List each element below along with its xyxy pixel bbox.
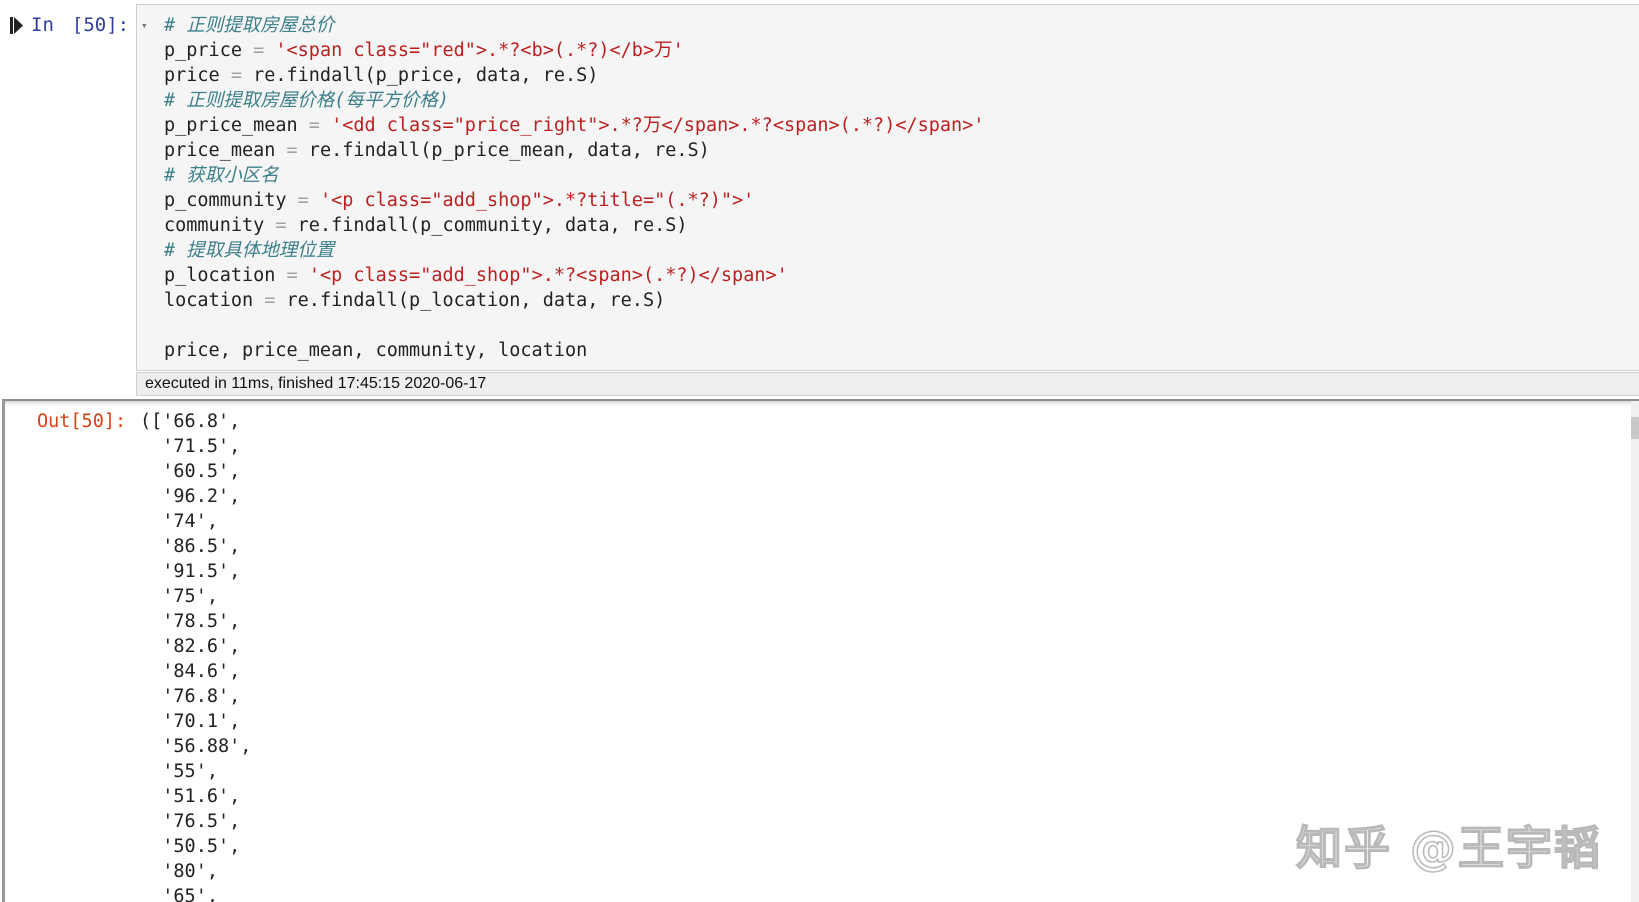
code-line: community = re.findall(p_community, data… (164, 213, 984, 238)
output-line: '86.5', (140, 536, 241, 557)
code-token: location (164, 290, 265, 311)
code-token: community (164, 215, 276, 236)
code-line: price_mean = re.findall(p_price_mean, da… (164, 138, 984, 163)
output-prompt: Out[50]: (37, 411, 127, 432)
output-line: '50.5', (140, 836, 241, 857)
code-line: # 提取具体地理位置 (164, 238, 984, 263)
execution-status: executed in 11ms, finished 17:45:15 2020… (136, 372, 1639, 396)
code-token: = (230, 65, 242, 86)
scrollbar-thumb[interactable] (1631, 417, 1639, 439)
code-token: re.findall(p_price_mean, data, re.S) (297, 140, 710, 161)
input-prompt: In [50]: (10, 12, 129, 38)
code-token: = (275, 215, 287, 236)
code-token: p_price (164, 40, 254, 61)
output-line: '56.88', (140, 736, 252, 757)
run-cell-icon[interactable] (10, 16, 23, 34)
code-token: = (286, 140, 298, 161)
code-comment: # 正则提取房屋总价 (164, 15, 335, 36)
output-line: '55', (140, 761, 218, 782)
code-token: p_location (164, 265, 287, 286)
code-line: p_price = '<span class="red">.*?<b>(.*?)… (164, 38, 984, 63)
code-token: price (164, 65, 231, 86)
output-line: '80', (140, 861, 218, 882)
code-string: '<p class="add_shop">.*?<span>(.*?)</spa… (308, 265, 788, 286)
code-comment: # 正则提取房屋价格(每平方价格) (164, 90, 450, 111)
output-line: (['66.8', (140, 411, 241, 432)
code-comment: # 提取具体地理位置 (164, 240, 335, 261)
code-token: price, price_mean, community, location (164, 340, 588, 361)
output-line: '78.5', (140, 611, 241, 632)
output-line: '96.2', (140, 486, 241, 507)
output-line: '82.6', (140, 636, 241, 657)
code-string: '<p class="add_shop">.*?title="(.*?)">' (319, 190, 755, 211)
output-line: '70.1', (140, 711, 241, 732)
code-line: price = re.findall(p_price, data, re.S) (164, 63, 984, 88)
code-token: = (297, 190, 309, 211)
code-token: p_price_mean (164, 115, 309, 136)
code-line: price, price_mean, community, location (164, 338, 984, 363)
code-line: # 获取小区名 (164, 163, 984, 188)
code-token: re.findall(p_location, data, re.S) (275, 290, 666, 311)
code-line: # 正则提取房屋价格(每平方价格) (164, 88, 984, 113)
code-comment: # 获取小区名 (164, 165, 279, 186)
output-line: '91.5', (140, 561, 241, 582)
code-token: re.findall(p_price, data, re.S) (241, 65, 599, 86)
code-token: = (253, 40, 265, 61)
output-line: '74', (140, 511, 218, 532)
code-line: p_price_mean = '<dd class="price_right">… (164, 113, 984, 138)
code-token: = (264, 290, 276, 311)
code-token: re.findall(p_community, data, re.S) (286, 215, 688, 236)
code-cell-editor[interactable]: ▾ # 正则提取房屋总价 p_price = '<span class="red"… (136, 4, 1639, 371)
code-line: p_location = '<p class="add_shop">.*?<sp… (164, 263, 984, 288)
output-line: '51.6', (140, 786, 241, 807)
code-string: '<dd class="price_right">.*?万</span>.*?<… (331, 115, 985, 136)
output-text: (['66.8', '71.5', '60.5', '96.2', '74', … (140, 409, 251, 902)
code-token: = (286, 265, 298, 286)
output-line: '71.5', (140, 436, 241, 457)
code-text[interactable]: # 正则提取房屋总价 p_price = '<span class="red">.… (164, 13, 984, 363)
output-line: '76.5', (140, 811, 241, 832)
output-line: '76.8', (140, 686, 241, 707)
code-string: '<span class="red">.*?<b>(.*?)</b>万' (275, 40, 684, 61)
code-token: = (308, 115, 320, 136)
code-line: location = re.findall(p_location, data, … (164, 288, 984, 313)
output-line: '75', (140, 586, 218, 607)
watermark: 知乎 @王宇韬 (1295, 820, 1603, 876)
code-line: p_community = '<p class="add_shop">.*?ti… (164, 188, 984, 213)
output-line: '84.6', (140, 661, 241, 682)
output-line: '65', (140, 886, 218, 902)
output-scrollbar[interactable] (1631, 401, 1639, 902)
input-prompt-label: In (31, 14, 54, 36)
code-token: price_mean (164, 140, 287, 161)
code-token: p_community (164, 190, 298, 211)
output-line: '60.5', (140, 461, 241, 482)
collapse-toggle-icon[interactable]: ▾ (141, 19, 148, 32)
input-prompt-number: [50]: (71, 14, 130, 36)
code-line: # 正则提取房屋总价 (164, 13, 984, 38)
